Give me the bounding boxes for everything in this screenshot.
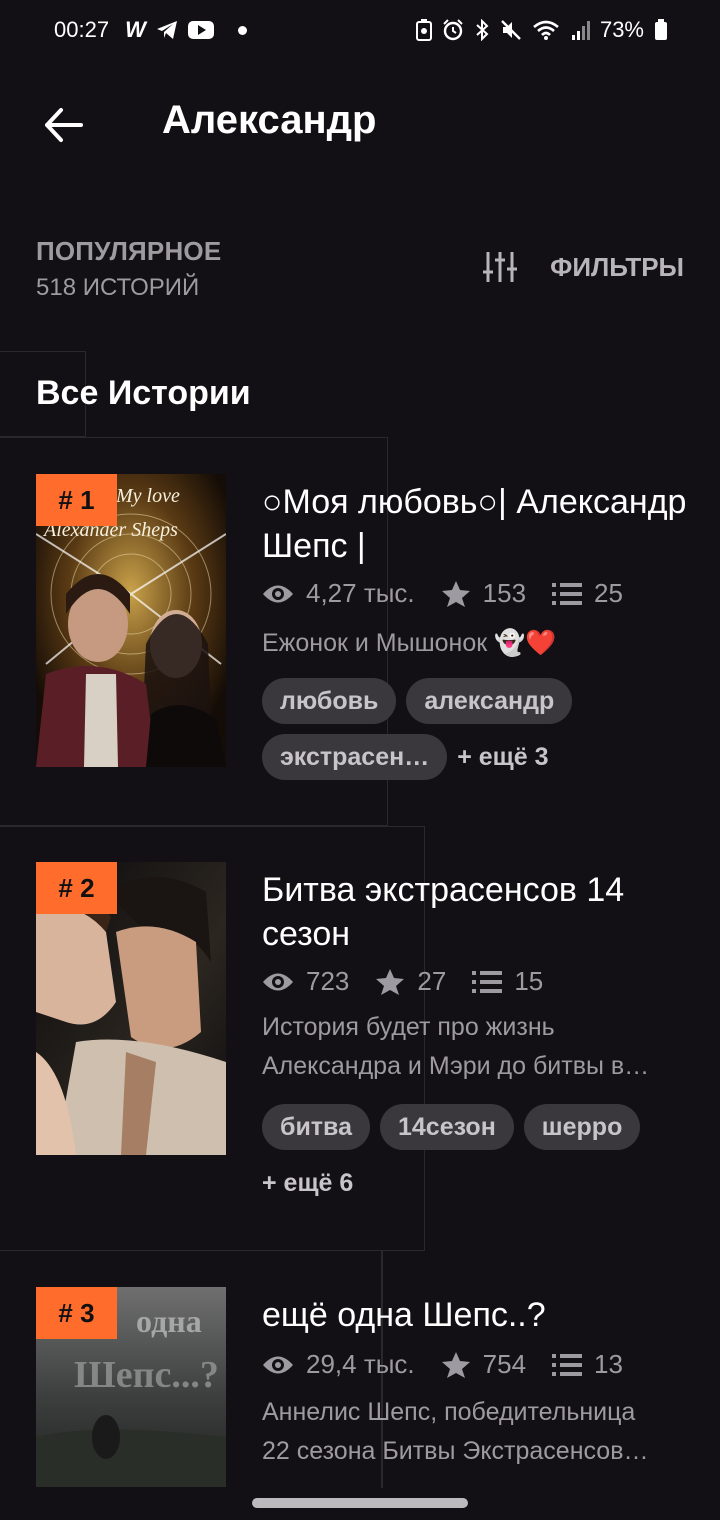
parts-count: 13 [594,1349,623,1379]
list-icon [472,970,503,993]
views-stat: 4,27 тыс. [262,578,415,609]
eye-icon [263,1356,293,1373]
story-title[interactable]: Битва экстрасенсов 14 сезон [262,868,692,956]
status-time: 00:27 [54,17,110,42]
star-icon [376,968,405,995]
story-cover-1[interactable]: My love Alexander Sheps # 1 [36,474,226,767]
telegram-icon [156,20,178,40]
parts-count: 25 [594,578,623,608]
rank-badge: # 3 [36,1287,117,1339]
story-stats: 29,4 тыс. 754 13 [262,1349,649,1380]
tag-chip[interactable]: битва [262,1104,370,1150]
bluetooth-icon [474,19,490,41]
story-cover-3[interactable]: одна Шепс...? # 3 [36,1287,226,1487]
parts-count: 15 [514,966,544,996]
story-stats: 723 27 15 [262,966,569,997]
more-tags-button[interactable]: + ещё 3 [457,734,548,780]
tag-list: битва 14сезон шерро + ещё 6 [262,1104,702,1206]
cover-text: My love [115,485,180,507]
notification-dot-icon [237,25,247,35]
status-bar: 00:27 W 73% [0,0,720,60]
filters-button[interactable]: ФИЛЬТРЫ [482,250,684,284]
rank-badge: # 1 [36,474,117,526]
story-count: 518 ИСТОРИЙ [36,274,200,301]
page-title: Александр [162,98,377,142]
arrow-back-icon [45,108,83,142]
alarm-icon [442,19,464,41]
views-count: 723 [306,966,350,996]
wifi-icon [532,19,560,41]
filter-sliders-icon [483,252,518,282]
battery-level: 73% [599,17,644,42]
filters-label: ФИЛЬТРЫ [550,251,684,282]
story-stats: 4,27 тыс. 153 25 [262,578,649,609]
story-description: История будет про жизнь Александра и Мэр… [262,1013,650,1080]
battery-saver-icon [415,19,432,41]
sort-bar: ПОПУЛЯРНОЕ 518 ИСТОРИЙ ФИЛЬТРЫ [0,232,720,312]
story-card-3[interactable]: одна Шепс...? # 3 ещё одна Шепс..? 29,4 … [0,1287,720,1487]
votes-stat: 754 [441,1349,526,1380]
signal-icon [570,19,590,41]
story-description: Аннелис Шепс, победительница 22 сезона Б… [262,1398,649,1465]
parts-stat: 25 [552,578,623,609]
story-description: Ежонок и Мышонок 👻❤️ [262,629,557,657]
cover-text: одна [136,1303,202,1339]
tag-chip[interactable]: любовь [262,678,397,724]
story-card-2[interactable]: # 2 Битва экстрасенсов 14 сезон 723 27 1… [0,862,720,1212]
tag-chip[interactable]: 14сезон [380,1104,514,1150]
star-icon [441,1351,470,1378]
views-count: 29,4 тыс. [306,1349,415,1379]
story-title[interactable]: ○Моя любовь○| Александр Шепс | [262,480,692,568]
parts-stat: 15 [472,966,543,997]
tag-list: любовь александр экстрасен… + ещё 3 [262,678,702,780]
star-icon [441,580,470,607]
eye-icon [263,973,293,990]
list-icon [552,1353,583,1376]
home-indicator[interactable] [252,1498,468,1508]
rank-badge: # 2 [36,862,117,914]
votes-count: 153 [482,578,527,608]
votes-count: 754 [482,1349,527,1379]
votes-stat: 153 [441,578,526,609]
story-title[interactable]: ещё одна Шепс..? [262,1293,692,1337]
more-tags-button[interactable]: + ещё 6 [262,1160,702,1206]
votes-count: 27 [417,966,447,996]
views-stat: 29,4 тыс. [262,1349,415,1380]
mute-icon [500,19,522,41]
views-count: 4,27 тыс. [306,578,415,608]
battery-icon [654,19,668,41]
sort-label[interactable]: ПОПУЛЯРНОЕ [36,236,221,267]
views-stat: 723 [262,966,349,997]
w-app-icon: W [125,17,146,42]
back-button[interactable] [38,100,88,150]
tag-chip[interactable]: александр [406,678,573,724]
parts-stat: 13 [552,1349,623,1380]
list-icon [552,582,583,605]
votes-stat: 27 [375,966,446,997]
tag-chip[interactable]: экстрасен… [262,734,448,780]
eye-icon [263,585,293,602]
app-bar: Александр [0,70,720,180]
story-card-1[interactable]: My love Alexander Sheps # 1 ○Моя любовь○… [0,474,720,804]
svg-text:Шепс...?: Шепс...? [74,1354,219,1396]
story-cover-2[interactable]: # 2 [36,862,226,1155]
section-title: Все Истории [36,374,251,412]
youtube-icon [187,20,214,40]
tag-chip[interactable]: шерро [523,1104,641,1150]
